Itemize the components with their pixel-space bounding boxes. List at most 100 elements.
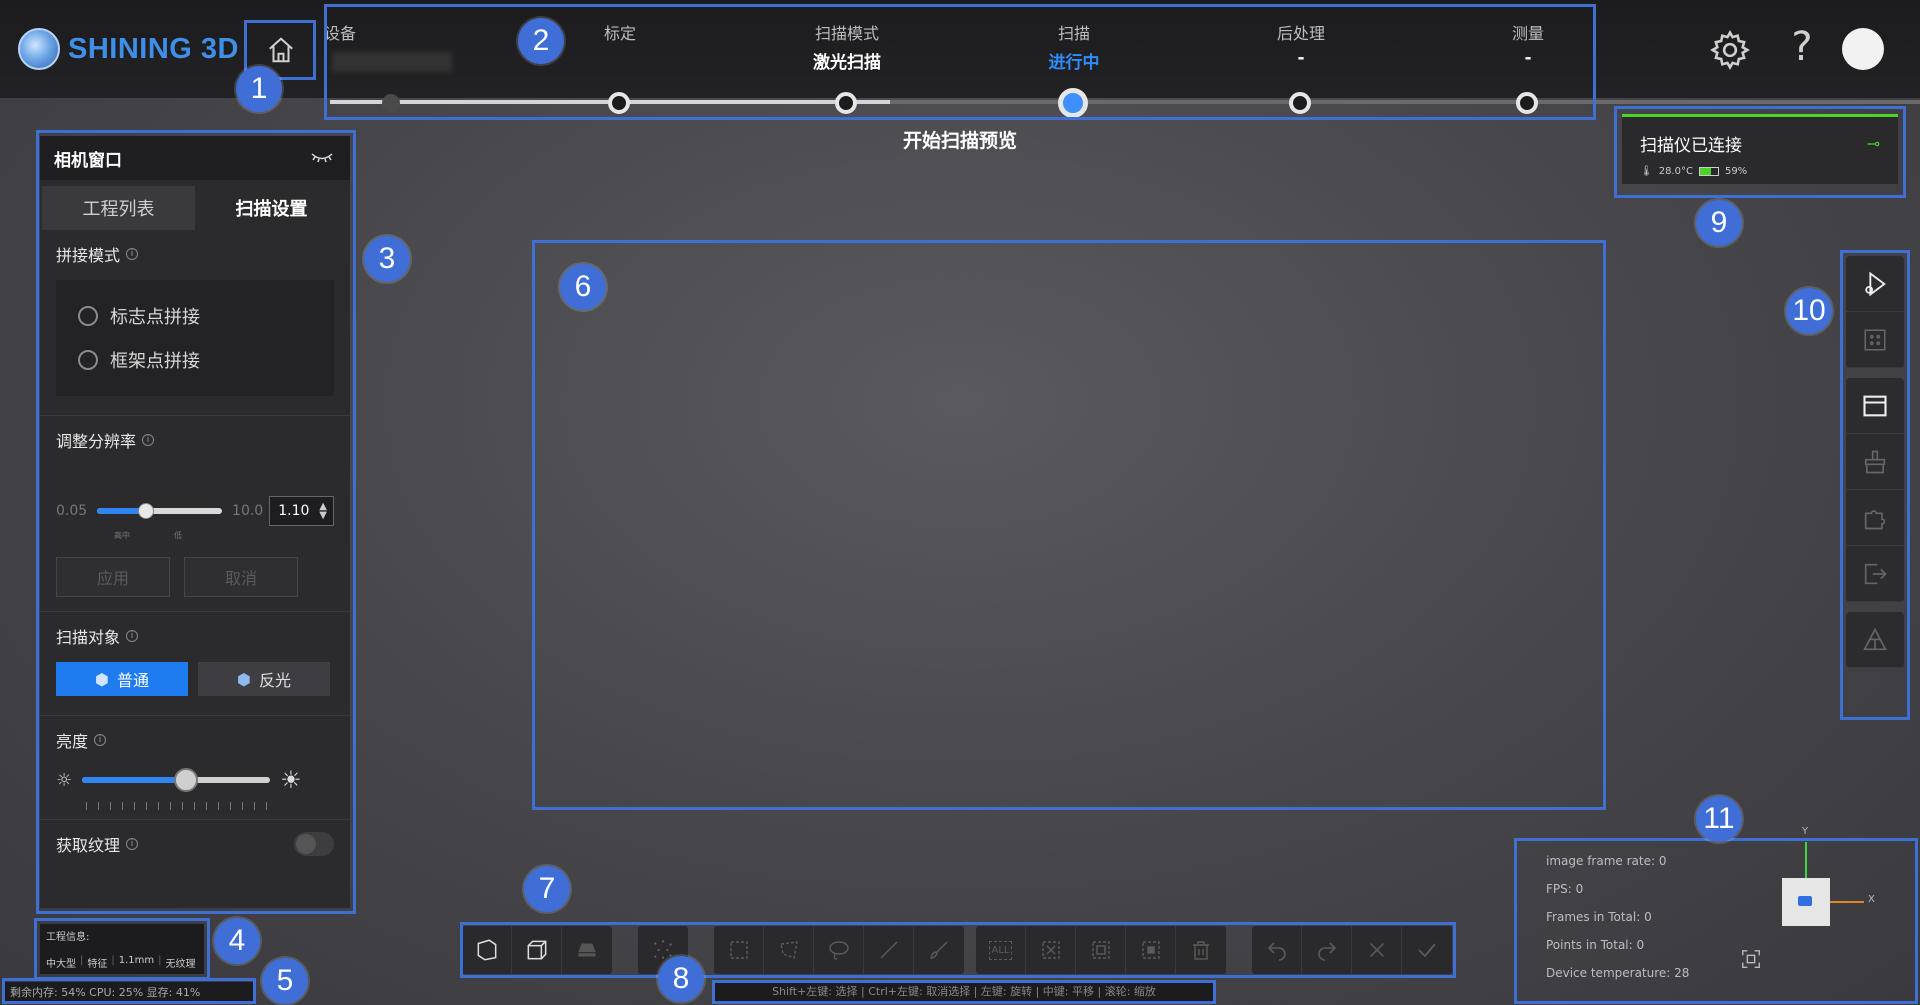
texture-toggle[interactable]	[294, 832, 334, 856]
scanner-connection-card: 扫描仪已连接 ⊸ 🌡 28.0°C 59%	[1622, 114, 1898, 184]
delete-button[interactable]	[1176, 926, 1226, 974]
resolution-slider-knob[interactable]	[137, 503, 154, 519]
shining3d-logo-icon	[18, 28, 60, 70]
line-select-button[interactable]	[864, 926, 914, 974]
fit-view-button[interactable]	[1740, 948, 1762, 974]
step-measure-node[interactable]	[1516, 92, 1538, 114]
puzzle-icon	[1864, 509, 1886, 529]
battery-level: 59%	[1724, 166, 1748, 177]
brand-name: SHINING 3D	[68, 32, 239, 65]
close-edit-button[interactable]	[1352, 926, 1402, 974]
stitch-option-frame[interactable]: 框架点拼接	[78, 338, 312, 382]
step-measure-label: 测量	[1511, 24, 1544, 43]
brightness-slider-knob[interactable]	[173, 768, 198, 792]
scan-object-title: 扫描对象	[56, 628, 121, 647]
step-calibration-node[interactable]	[608, 92, 630, 114]
step-device-label: 设备	[323, 24, 356, 43]
tab-project-list[interactable]: 工程列表	[42, 186, 195, 230]
history-tools	[1252, 926, 1452, 974]
export-tool[interactable]	[1846, 546, 1904, 602]
stitch-option-marker[interactable]: 标志点拼接	[78, 294, 312, 338]
step-scan-node[interactable]	[1058, 88, 1088, 118]
play-gear-icon	[1865, 271, 1886, 296]
step-scan-value: 进行中	[1048, 53, 1100, 73]
cube-view-button[interactable]	[512, 926, 562, 974]
settings-button[interactable]	[1708, 28, 1752, 72]
plugin-tool[interactable]	[1846, 490, 1904, 546]
callout-10: 10	[1786, 288, 1832, 334]
brush-select-button[interactable]	[914, 926, 964, 974]
resolution-label-low: 低	[174, 531, 182, 540]
invert-select-button[interactable]	[1076, 926, 1126, 974]
user-avatar[interactable]	[1842, 28, 1884, 70]
brightness-slider[interactable]	[82, 768, 271, 792]
deselect-button[interactable]	[1026, 926, 1076, 974]
brightness-title: 亮度	[56, 732, 89, 751]
resolution-stepper[interactable]: 1.10 ▲ ▼	[269, 496, 334, 526]
select-all-icon: ALL	[988, 940, 1013, 960]
close-icon	[1369, 942, 1384, 958]
callout-6: 6	[560, 264, 606, 310]
mesh-tool[interactable]	[1846, 612, 1904, 668]
scan-settings-tool[interactable]	[1846, 256, 1904, 312]
info-icon[interactable]: i	[94, 734, 107, 746]
info-device-temperature: Device temperature: 28	[1546, 966, 1690, 980]
info-icon[interactable]: i	[126, 838, 139, 850]
apply-button[interactable]: 应用	[56, 557, 170, 597]
resolution-slider[interactable]	[97, 503, 223, 519]
scan-object-normal-button[interactable]: ⬢ 普通	[56, 662, 188, 696]
info-icon[interactable]: i	[126, 248, 139, 260]
info-icon[interactable]: i	[126, 630, 139, 642]
callout-9: 9	[1696, 200, 1742, 246]
step-scanmode-node[interactable]	[835, 92, 857, 114]
redo-button[interactable]	[1302, 926, 1352, 974]
stepper-arrows-icon[interactable]: ▲ ▼	[319, 502, 327, 521]
confirm-edit-button[interactable]	[1402, 926, 1452, 974]
perspective-view-button[interactable]	[462, 926, 512, 974]
connected-select-button[interactable]	[1126, 926, 1176, 974]
info-icon[interactable]: i	[142, 434, 155, 446]
clean-tool[interactable]	[1846, 434, 1904, 490]
orientation-cube[interactable]	[1782, 878, 1830, 926]
invert-select-icon	[1091, 941, 1110, 959]
rect-select-button[interactable]	[714, 926, 764, 974]
highlight-viewport	[532, 240, 1606, 810]
cancel-button[interactable]: 取消	[184, 557, 298, 597]
step-device-node[interactable]	[382, 94, 400, 112]
eye-closed-icon[interactable]	[310, 151, 334, 165]
tab-scan-settings[interactable]: 扫描设置	[195, 186, 348, 230]
workflow-steps: 设备 标定 扫描模式 激光扫描 扫描 进行中 后处理 - 测量 -	[324, 8, 1920, 118]
resolution-min: 0.05	[56, 503, 88, 519]
stitch-mode-title: 拼接模式	[56, 246, 121, 265]
project-info: 工程信息: 中大型 | 特征 | 1.1mm | 无纹理	[40, 924, 204, 974]
window-tool[interactable]	[1846, 378, 1904, 434]
stitch-option-frame-label: 框架点拼接	[110, 351, 200, 372]
help-button[interactable]: ?	[1782, 24, 1822, 70]
camera-window-title: 相机窗口	[54, 150, 122, 171]
scan-object-reflective-button[interactable]: ⬢ 反光	[198, 662, 330, 696]
scan-object-section: 扫描对象 i ⬢ 普通 ⬢ 反光	[40, 612, 350, 716]
camera-window-header: 相机窗口	[40, 136, 350, 180]
resolution-slider-row: 0.05 10.0 1.10 ▲ ▼	[56, 496, 334, 526]
undo-button[interactable]	[1252, 926, 1302, 974]
polygon-select-button[interactable]	[764, 926, 814, 974]
marker-tool[interactable]	[1846, 312, 1904, 368]
select-all-button[interactable]: ALL	[976, 926, 1026, 974]
right-toolbar	[1846, 256, 1904, 716]
step-scan-label: 扫描	[1057, 24, 1090, 43]
sun-bright-icon: ☀	[280, 766, 302, 794]
plane-view-button[interactable]	[562, 926, 612, 974]
axis-y-label: Y	[1802, 826, 1809, 837]
camera-window-panel: 相机窗口 工程列表 扫描设置 拼接模式 i 标志点拼接 框架点拼接 调整分辨率 i …	[40, 136, 350, 908]
step-postprocess-node[interactable]	[1289, 92, 1311, 114]
callout-1: 1	[236, 66, 282, 112]
thermometer-icon: 🌡	[1640, 166, 1653, 177]
device-name-blurred	[332, 52, 452, 72]
resolution-value: 1.10	[278, 503, 310, 519]
radio-icon	[78, 350, 98, 370]
lasso-select-button[interactable]	[814, 926, 864, 974]
texture-title: 获取纹理	[56, 836, 121, 855]
plug-connected-icon: ⊸	[1866, 134, 1880, 153]
info-frame-rate: image frame rate: 0	[1546, 854, 1667, 868]
project-tag: 特征	[87, 959, 108, 970]
